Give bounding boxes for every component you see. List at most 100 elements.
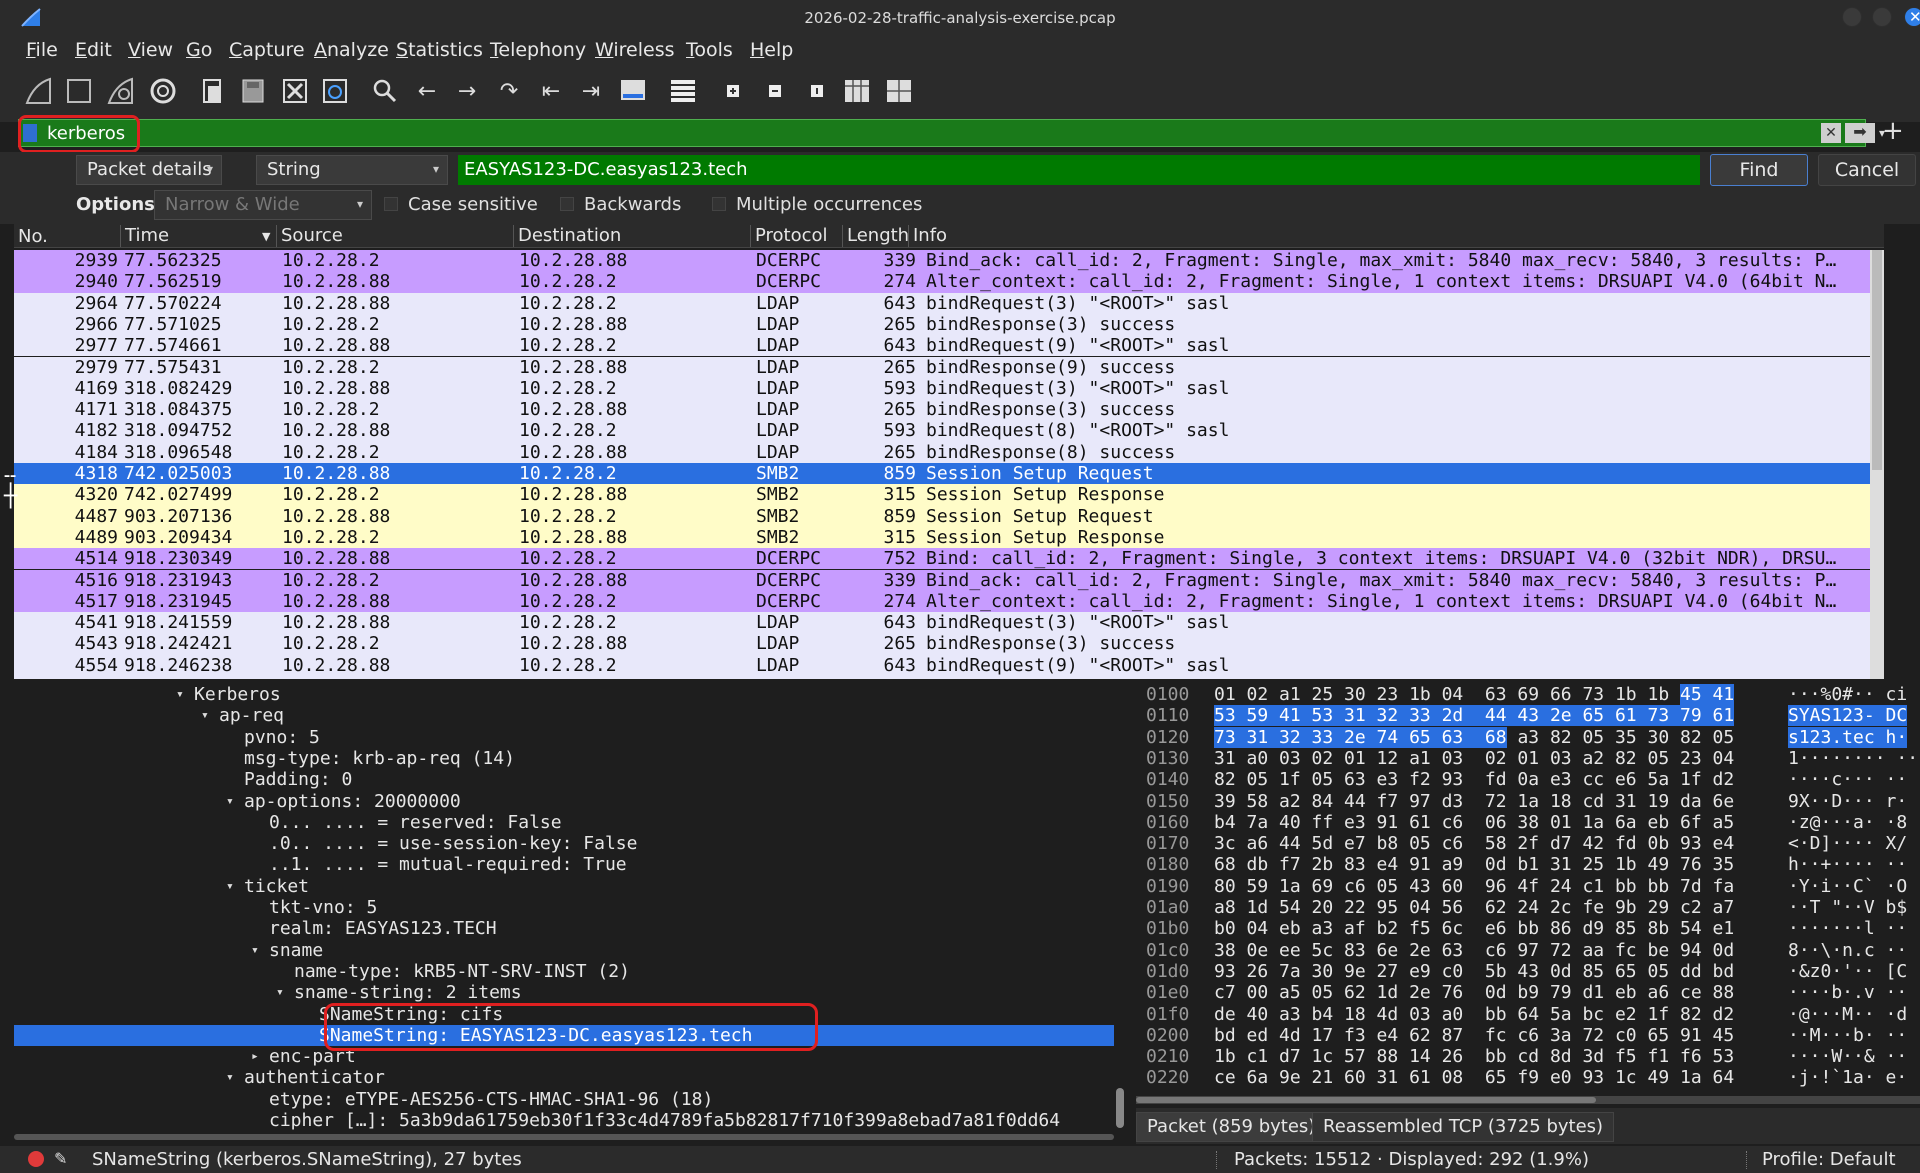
jump-icon[interactable]: ↷ [492,74,526,108]
minimize-button[interactable] [1842,7,1862,27]
save-file-icon[interactable] [236,74,270,108]
packet-list-scrollbar[interactable] [1870,250,1884,679]
hex-row[interactable]: 0130 31 a0 03 02 01 12 a1 03 02 01 03 a2 … [1136,748,1920,769]
packet-row[interactable]: 2939 77.562325 10.2.28.2 10.2.28.88 DCERPC 33… [14,250,1870,272]
tab-packet-bytes[interactable]: Packet (859 bytes) [1136,1112,1327,1142]
detail-tree-item[interactable]: Padding: 0 [14,769,1114,790]
packet-row[interactable]: 4554 918.246238 10.2.28.88 10.2.28.2 LDAP 643… [14,654,1870,676]
close-window-button[interactable]: ✕ [1904,7,1920,27]
expand-triangle-icon[interactable]: ▾ [201,705,209,726]
detail-tree-item[interactable]: tkt-vno: 5 [14,897,1114,918]
packet-row-clipped[interactable] [14,676,1870,679]
resize-columns-icon[interactable] [840,74,874,108]
hex-row[interactable]: 0140 82 05 1f 05 63 e3 f2 93 fd 0a e3 cc … [1136,769,1920,790]
scrollbar-thumb[interactable] [1872,250,1882,470]
menu-file[interactable]: File [26,39,58,61]
status-profile[interactable]: Profile: Default [1762,1149,1896,1170]
zoom-in-icon[interactable] [716,74,750,108]
packet-row[interactable]: 4318 742.025003 10.2.28.88 10.2.28.2 SMB2 859… [14,463,1870,485]
packet-row[interactable]: 4169 318.082429 10.2.28.88 10.2.28.2 LDAP 593… [14,377,1870,400]
expand-triangle-icon[interactable]: ▾ [226,1067,234,1088]
menu-telephony[interactable]: Telephony [490,39,586,61]
packet-row[interactable]: 4489 903.209434 10.2.28.2 10.2.28.88 SMB2 315… [14,526,1870,549]
menu-capture[interactable]: Capture [229,39,305,61]
multiple-occurrences-checkbox[interactable]: Multiple occurrences [712,194,922,215]
stop-square-icon[interactable] [62,74,96,108]
shark-fin-start-icon[interactable] [22,74,56,108]
expand-triangle-icon[interactable]: ▾ [276,982,284,1003]
packet-row[interactable]: 4320 742.027499 10.2.28.2 10.2.28.88 SMB2 315… [14,484,1870,506]
cancel-button[interactable]: Cancel [1818,154,1916,186]
menu-help[interactable]: Help [750,39,793,61]
expand-triangle-icon[interactable]: ▾ [226,876,234,897]
hex-row[interactable]: 01c0 38 0e ee 5c 83 6e 2e 63 c6 97 72 aa … [1136,940,1920,961]
autoscroll-icon[interactable] [616,74,650,108]
hex-row[interactable]: 0160 b4 7a 40 ff e3 91 61 c6 06 38 01 1a … [1136,812,1920,833]
menu-tools[interactable]: Tools [686,39,733,61]
hex-row[interactable]: 0120 73 31 32 33 2e 74 65 63 68 a3 82 05 … [1136,726,1920,748]
close-file-icon[interactable] [278,74,312,108]
shark-fin-restart-icon[interactable] [104,74,138,108]
packet-row[interactable]: 2964 77.570224 10.2.28.88 10.2.28.2 LDAP 643 b… [14,292,1870,314]
find-button[interactable]: Find [1710,154,1808,186]
last-packet-icon[interactable]: ⇥ [574,74,608,108]
packet-row[interactable]: 2940 77.562519 10.2.28.88 10.2.28.2 DCERPC 27… [14,271,1870,293]
details-horizontal-scrollbar[interactable] [14,1134,1114,1140]
detail-tree-item[interactable]: cipher […]: 5a3b9da61759eb30f1f33c4d4789… [14,1110,1114,1130]
hex-row[interactable]: 01f0 de 40 a3 b4 18 4d 03 a0 bb 64 5a bc … [1136,1004,1920,1025]
menu-statistics[interactable]: Statistics [396,39,483,61]
expert-info-icon[interactable] [28,1151,44,1167]
search-in-select[interactable]: Packet details ▾ [76,155,222,185]
column-header-source[interactable]: Source [276,225,343,247]
hex-row[interactable]: 0170 3c a6 44 5d e7 b8 05 c6 58 2f d7 42 … [1136,833,1920,854]
hex-row[interactable]: 0180 68 db f7 2b 83 e4 91 a9 0d b1 31 25 … [1136,854,1920,875]
detail-tree-item[interactable]: ▾ sname [14,940,1114,961]
collapse-triangle-icon[interactable]: ▸ [251,1046,259,1067]
hex-row[interactable]: 01e0 c7 00 a5 05 62 1d 2e 76 0d b9 79 d1 … [1136,982,1920,1003]
tab-reassembled-tcp[interactable]: Reassembled TCP (3725 bytes) [1312,1112,1615,1142]
reload-icon[interactable] [318,74,352,108]
edit-comment-icon[interactable]: ✎ [54,1149,67,1168]
detail-tree-item[interactable]: 0... .... = reserved: False [14,812,1114,833]
expand-triangle-icon[interactable]: ▾ [226,791,234,812]
search-icon[interactable] [368,74,402,108]
packet-row[interactable]: 4516 918.231943 10.2.28.2 10.2.28.88 DCERPC 3… [14,569,1870,591]
detail-tree-item[interactable]: ▾ ap-req [14,705,1114,726]
hex-row[interactable]: 01d0 93 26 7a 30 9e 27 e9 c0 5b 43 0d 85 … [1136,961,1920,982]
packet-row[interactable]: 4543 918.242421 10.2.28.2 10.2.28.88 LDAP 265… [14,633,1870,655]
arrow-right-icon[interactable]: → [450,74,484,108]
open-file-icon[interactable] [196,74,230,108]
detail-tree-item[interactable]: ▾ ticket [14,876,1114,897]
packet-row[interactable]: 4517 918.231945 10.2.28.88 10.2.28.2 DCERPC 2… [14,590,1870,613]
packet-row[interactable]: 2977 77.574661 10.2.28.88 10.2.28.2 LDAP 643 b… [14,335,1870,357]
hex-row[interactable]: 0100 01 02 a1 25 30 23 1b 04 63 69 66 73 … [1136,684,1920,705]
zoom-out-icon[interactable] [758,74,792,108]
normal-size-icon[interactable] [800,74,834,108]
apply-filter-button[interactable]: ➡ [1845,123,1875,143]
packet-row[interactable]: 4487 903.207136 10.2.28.88 10.2.28.2 SMB2 859… [14,505,1870,527]
hex-row[interactable]: 01a0 a8 1d 54 20 22 95 04 56 62 24 2c fe … [1136,897,1920,918]
packet-row[interactable]: 4182 318.094752 10.2.28.88 10.2.28.2 LDAP 593… [14,420,1870,442]
packet-row[interactable]: 4171 318.084375 10.2.28.2 10.2.28.88 LDAP 265… [14,399,1870,421]
packet-row[interactable]: 4541 918.241559 10.2.28.88 10.2.28.2 LDAP 643… [14,612,1870,634]
clear-filter-button[interactable]: ✕ [1821,123,1841,143]
detail-tree-item[interactable]: ▾ authenticator [14,1067,1114,1088]
menu-go[interactable]: Go [186,39,212,61]
column-header-time[interactable]: Time [120,225,169,247]
detail-tree-item[interactable]: realm: EASYAS123.TECH [14,918,1114,939]
find-search-input[interactable]: EASYAS123-DC.easyas123.tech [458,155,1700,185]
detail-tree-item[interactable]: ▾ ap-options: 20000000 [14,791,1114,812]
expand-triangle-icon[interactable]: ▾ [251,940,259,961]
case-sensitive-checkbox[interactable]: Case sensitive [384,194,538,215]
scrollbar-thumb[interactable] [1136,1097,1596,1103]
hex-row[interactable]: 0200 bd ed 4d 17 f3 e4 62 87 fc c6 3a 72 … [1136,1025,1920,1046]
detail-tree-item[interactable]: ▾ sname-string: 2 items [14,982,1114,1003]
column-header-protocol[interactable]: Protocol [750,225,828,247]
menu-analyze[interactable]: Analyze [314,39,389,61]
gear-options-icon[interactable] [146,74,180,108]
add-filter-button[interactable]: + [1882,116,1904,146]
expand-triangle-icon[interactable]: ▾ [176,684,184,705]
menu-view[interactable]: View [128,39,173,61]
menu-wireless[interactable]: Wireless [595,39,675,61]
detail-tree-item[interactable]: pvno: 5 [14,727,1114,748]
